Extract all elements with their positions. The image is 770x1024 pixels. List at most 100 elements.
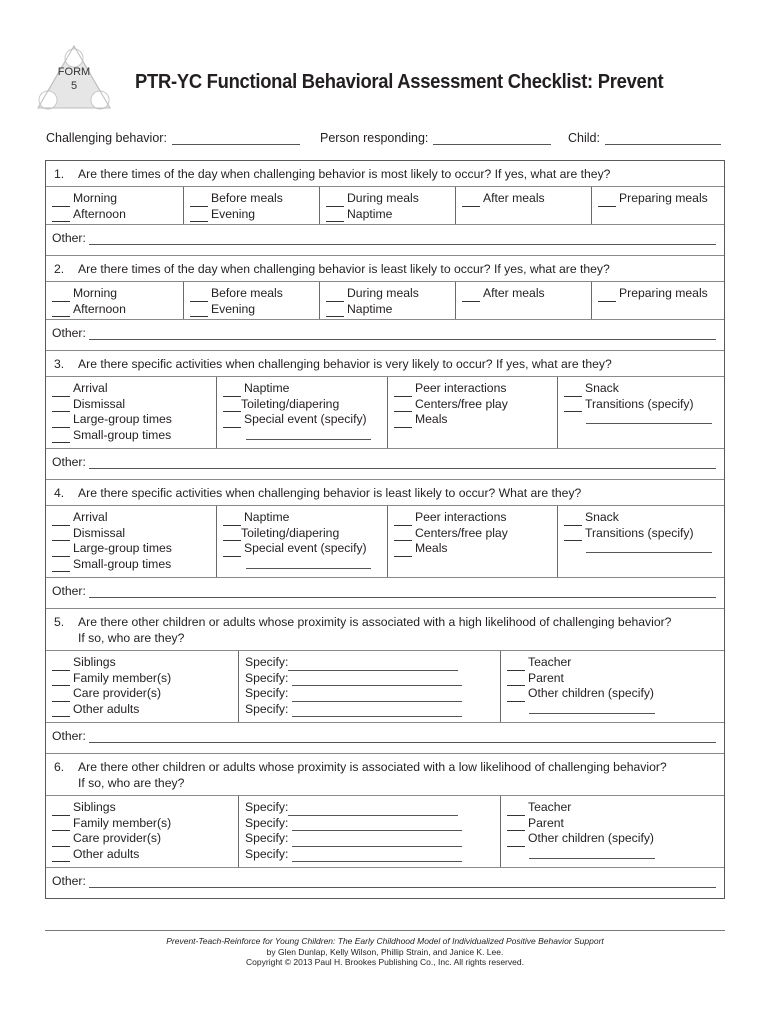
check-blank[interactable] (52, 306, 70, 317)
specify-input[interactable] (292, 690, 463, 702)
check-blank[interactable] (52, 291, 70, 302)
specify-input[interactable] (246, 557, 371, 569)
checklist-item[interactable]: Preparing meals (598, 286, 718, 302)
checklist-item[interactable]: Transitions (specify) (564, 397, 718, 412)
specify-input[interactable] (292, 835, 463, 847)
checklist-item[interactable]: During meals (326, 191, 449, 207)
check-blank[interactable] (223, 546, 241, 557)
specify-line[interactable] (564, 541, 718, 553)
check-blank[interactable] (52, 417, 70, 428)
check-blank[interactable] (394, 515, 412, 526)
checklist-item[interactable]: Special event (specify) (223, 541, 381, 557)
specify-input[interactable] (292, 819, 463, 831)
check-blank[interactable] (52, 851, 70, 862)
specify-input[interactable] (529, 847, 655, 859)
other-input[interactable] (88, 329, 716, 340)
other-input[interactable] (88, 877, 716, 888)
checklist-item[interactable]: Preparing meals (598, 191, 718, 207)
check-blank[interactable] (52, 546, 70, 557)
specify-input[interactable] (292, 674, 463, 686)
checklist-item[interactable]: Transitions (specify) (564, 526, 718, 541)
check-blank[interactable] (223, 401, 241, 412)
checklist-item[interactable]: Family member(s) (52, 671, 232, 686)
check-blank[interactable] (326, 306, 344, 317)
specify-input[interactable] (288, 659, 459, 671)
specify-input[interactable] (586, 412, 712, 424)
specify-input[interactable] (288, 804, 459, 816)
check-blank[interactable] (564, 401, 582, 412)
checklist-item[interactable]: Other adults (52, 702, 232, 717)
check-blank[interactable] (52, 805, 70, 816)
other-input[interactable] (88, 458, 716, 469)
checklist-item[interactable]: Naptime (326, 207, 449, 222)
checklist-item[interactable]: Morning (52, 191, 177, 207)
check-blank[interactable] (507, 836, 525, 847)
check-blank[interactable] (462, 291, 480, 302)
check-blank[interactable] (52, 691, 70, 702)
checklist-item[interactable]: Naptime (223, 510, 381, 526)
check-blank[interactable] (52, 836, 70, 847)
check-blank[interactable] (326, 291, 344, 302)
checklist-item[interactable]: Naptime (223, 381, 381, 397)
checklist-item[interactable]: After meals (462, 191, 585, 207)
checklist-item[interactable]: Snack (564, 381, 718, 397)
checklist-item[interactable]: Arrival (52, 510, 210, 526)
check-blank[interactable] (52, 820, 70, 831)
checklist-item[interactable]: Teacher (507, 655, 718, 671)
checklist-item[interactable]: Parent (507, 671, 718, 686)
checklist-item[interactable]: Teacher (507, 800, 718, 816)
check-blank[interactable] (326, 196, 344, 207)
checklist-item[interactable]: Afternoon (52, 302, 177, 317)
checklist-item[interactable]: Small-group times (52, 428, 210, 443)
specify-line[interactable] (507, 702, 718, 714)
checklist-item[interactable]: Peer interactions (394, 510, 551, 526)
check-blank[interactable] (462, 196, 480, 207)
check-blank[interactable] (52, 386, 70, 397)
specify-line[interactable] (223, 428, 381, 440)
checklist-item[interactable]: Peer interactions (394, 381, 551, 397)
check-blank[interactable] (223, 417, 241, 428)
other-input[interactable] (88, 587, 716, 598)
specify-input[interactable] (586, 541, 712, 553)
child-input[interactable] (604, 134, 721, 145)
checklist-item[interactable]: Care provider(s) (52, 831, 232, 847)
checklist-item[interactable]: Parent (507, 816, 718, 831)
person-responding-input[interactable] (433, 134, 552, 145)
specify-input[interactable] (292, 850, 463, 862)
check-blank[interactable] (326, 211, 344, 222)
specify-line[interactable] (223, 557, 381, 569)
check-blank[interactable] (564, 386, 582, 397)
check-blank[interactable] (564, 515, 582, 526)
checklist-item[interactable]: Dismissal (52, 397, 210, 412)
check-blank[interactable] (598, 291, 616, 302)
checklist-item[interactable]: Before meals (190, 286, 313, 302)
checklist-item[interactable]: Morning (52, 286, 177, 302)
checklist-item[interactable]: Meals (394, 412, 551, 428)
specify-input[interactable] (246, 428, 371, 440)
check-blank[interactable] (598, 196, 616, 207)
checklist-item[interactable]: Other adults (52, 847, 232, 862)
check-blank[interactable] (52, 211, 70, 222)
checklist-item[interactable]: Special event (specify) (223, 412, 381, 428)
check-blank[interactable] (52, 432, 70, 443)
checklist-item[interactable]: After meals (462, 286, 585, 302)
challenging-behavior-input[interactable] (171, 134, 300, 145)
specify-line[interactable] (564, 412, 718, 424)
checklist-item[interactable]: Large-group times (52, 412, 210, 428)
checklist-item[interactable]: Toileting/diapering (223, 397, 381, 412)
check-blank[interactable] (564, 530, 582, 541)
checklist-item[interactable]: Meals (394, 541, 551, 557)
check-blank[interactable] (52, 401, 70, 412)
check-blank[interactable] (52, 515, 70, 526)
check-blank[interactable] (190, 291, 208, 302)
checklist-item[interactable]: Care provider(s) (52, 686, 232, 702)
check-blank[interactable] (52, 196, 70, 207)
check-blank[interactable] (394, 386, 412, 397)
checklist-item[interactable]: Evening (190, 302, 313, 317)
check-blank[interactable] (52, 530, 70, 541)
checklist-item[interactable]: Small-group times (52, 557, 210, 572)
check-blank[interactable] (507, 691, 525, 702)
check-blank[interactable] (190, 196, 208, 207)
check-blank[interactable] (52, 675, 70, 686)
checklist-item[interactable]: During meals (326, 286, 449, 302)
